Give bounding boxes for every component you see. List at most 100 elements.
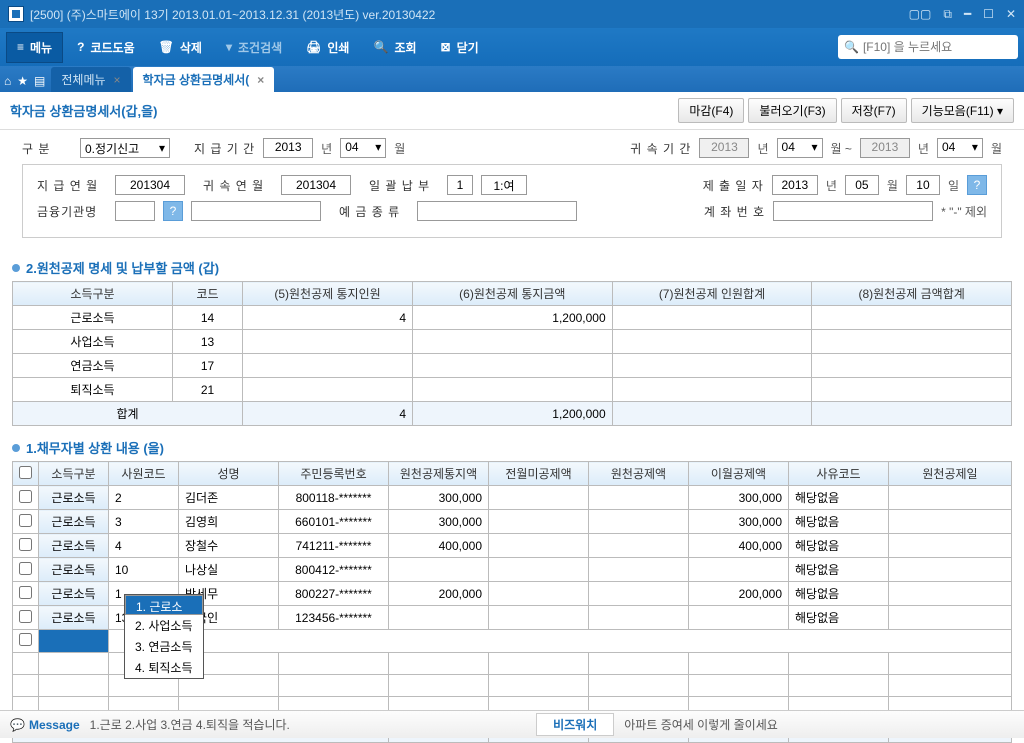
cell[interactable]	[489, 606, 589, 630]
cell[interactable]	[13, 675, 39, 697]
select-all-checkbox[interactable]	[19, 466, 32, 479]
cell[interactable]: 해당없음	[789, 486, 889, 510]
cell[interactable]: 200,000	[389, 582, 489, 606]
finish-button[interactable]: 마감(F4)	[678, 98, 744, 123]
belong-month-to-select[interactable]: 04▾	[937, 138, 983, 158]
cell[interactable]	[612, 378, 812, 402]
cell[interactable]: 400,000	[689, 534, 789, 558]
fin-inst-code-input[interactable]	[115, 201, 155, 221]
tab-current[interactable]: 학자금 상환금명세서(×	[133, 67, 275, 92]
cell[interactable]	[689, 606, 789, 630]
code-help-button[interactable]: ?코드도움	[67, 33, 145, 62]
book-icon[interactable]: ▢▢	[909, 7, 932, 22]
cell[interactable]: 근로소득	[39, 534, 109, 558]
cell[interactable]	[889, 606, 1012, 630]
cell[interactable]: 근로소득	[39, 510, 109, 534]
cell[interactable]	[13, 582, 39, 606]
cell[interactable]	[589, 606, 689, 630]
table-row[interactable]: 근로소득 4 장철수 741211-******* 400,000 400,00…	[13, 534, 1012, 558]
cell[interactable]	[13, 558, 39, 582]
cell[interactable]: 200,000	[689, 582, 789, 606]
cell[interactable]	[109, 630, 1012, 653]
cell[interactable]: 해당없음	[789, 510, 889, 534]
cell[interactable]: 4	[243, 306, 413, 330]
cell[interactable]	[39, 675, 109, 697]
cell[interactable]: 800412-*******	[279, 558, 389, 582]
cell[interactable]	[689, 558, 789, 582]
inquiry-button[interactable]: 🔍조회	[363, 33, 426, 62]
dropdown-item[interactable]: 1. 근로소득	[125, 595, 203, 615]
print-button[interactable]: 🖨인쇄	[296, 33, 359, 62]
cell[interactable]: 300,000	[689, 486, 789, 510]
help-icon[interactable]: ?	[967, 175, 987, 195]
cell[interactable]: 123456-*******	[279, 606, 389, 630]
search-input[interactable]	[863, 40, 1018, 54]
cell[interactable]	[389, 558, 489, 582]
cell[interactable]	[243, 330, 413, 354]
maximize-icon[interactable]: ☐	[983, 7, 994, 22]
cell[interactable]	[689, 675, 789, 697]
cell[interactable]: 300,000	[389, 486, 489, 510]
year-input[interactable]: 2013	[263, 138, 313, 158]
table-row[interactable]: 근로소득 14 4 1,200,000	[13, 306, 1012, 330]
tab-all-menu[interactable]: 전체메뉴×	[51, 67, 130, 92]
row-checkbox[interactable]	[19, 562, 32, 575]
close-icon[interactable]: ✕	[1006, 7, 1016, 22]
cell[interactable]	[13, 606, 39, 630]
pay-ym-input[interactable]	[115, 175, 185, 195]
cond-search-button[interactable]: ▾조건검색	[216, 33, 292, 62]
checkbox-header[interactable]	[13, 462, 39, 486]
cell[interactable]: 김더존	[179, 486, 279, 510]
cell[interactable]	[889, 582, 1012, 606]
funcs-button[interactable]: 기능모음(F11) ▾	[911, 98, 1014, 123]
menu-button[interactable]: ≡메뉴	[6, 32, 63, 63]
cell[interactable]	[389, 606, 489, 630]
cell[interactable]: 해당없음	[789, 582, 889, 606]
cell[interactable]: 근로소득	[39, 486, 109, 510]
cell[interactable]	[13, 510, 39, 534]
gubun-select[interactable]: 0.정기신고▾	[80, 138, 170, 158]
row-checkbox[interactable]	[19, 490, 32, 503]
cell[interactable]: 김영희	[179, 510, 279, 534]
cell[interactable]: 1,200,000	[413, 306, 613, 330]
cell[interactable]	[889, 486, 1012, 510]
dropdown-item[interactable]: 3. 연금소득	[125, 636, 203, 657]
cell[interactable]	[489, 534, 589, 558]
cell[interactable]	[612, 306, 812, 330]
cell[interactable]	[13, 534, 39, 558]
cell[interactable]	[413, 354, 613, 378]
cell[interactable]: 10	[109, 558, 179, 582]
cell[interactable]	[889, 675, 1012, 697]
cell[interactable]	[889, 534, 1012, 558]
cell[interactable]	[589, 510, 689, 534]
list-icon[interactable]: ▤	[34, 74, 45, 88]
cell[interactable]	[389, 653, 489, 675]
save-button[interactable]: 저장(F7)	[841, 98, 907, 123]
cell[interactable]	[13, 653, 39, 675]
minimize-icon[interactable]: ━	[964, 7, 971, 22]
belong-month-from-select[interactable]: 04▾	[777, 138, 823, 158]
table-row[interactable]: 근로소득 3 김영희 660101-******* 300,000 300,00…	[13, 510, 1012, 534]
cell[interactable]	[489, 582, 589, 606]
star-icon[interactable]: ★	[17, 74, 28, 88]
cell[interactable]: 해당없음	[789, 534, 889, 558]
row-checkbox[interactable]	[19, 586, 32, 599]
cell[interactable]: 741211-*******	[279, 534, 389, 558]
cell[interactable]: 근로소득	[39, 582, 109, 606]
cell[interactable]: 해당없음	[789, 606, 889, 630]
row-checkbox[interactable]	[19, 514, 32, 527]
cell[interactable]	[13, 630, 39, 653]
cell[interactable]	[789, 675, 889, 697]
help-icon[interactable]: ?	[163, 201, 183, 221]
fin-inst-name-input[interactable]	[191, 201, 321, 221]
table-row[interactable]: 사업소득 13	[13, 330, 1012, 354]
dropdown-item[interactable]: 4. 퇴직소득	[125, 657, 203, 678]
cell[interactable]	[589, 675, 689, 697]
month-select[interactable]: 04▾	[340, 138, 386, 158]
submit-year-input[interactable]	[772, 175, 818, 195]
cell-editing[interactable]	[39, 630, 109, 653]
cell[interactable]	[789, 653, 889, 675]
table-row[interactable]: 퇴직소득 21	[13, 378, 1012, 402]
table-row[interactable]: 근로소득 2 김더존 800118-******* 300,000 300,00…	[13, 486, 1012, 510]
cascade-icon[interactable]: ⧉	[943, 7, 952, 22]
